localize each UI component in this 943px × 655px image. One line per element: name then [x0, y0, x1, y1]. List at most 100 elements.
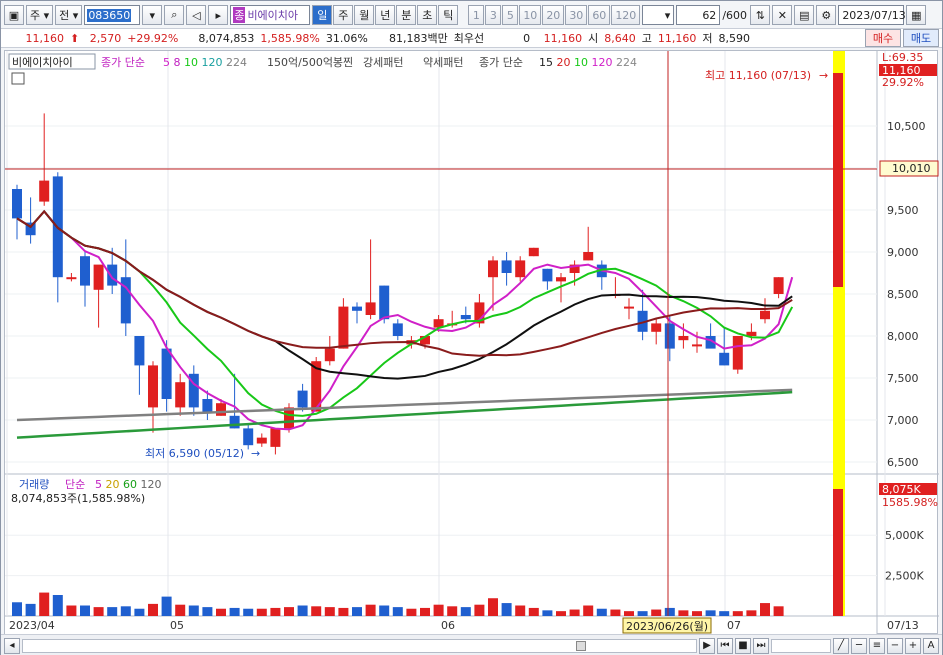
price-axis-label: 6,500 [887, 456, 919, 469]
volume-bar [433, 604, 444, 616]
volume-bar [569, 609, 580, 616]
vol-legend-ma-5: 5 [95, 478, 106, 491]
horizontal-line-icon[interactable]: ─ [851, 637, 867, 654]
period-tabs: 일주월년분초틱 [312, 5, 459, 25]
chart-menu-icon[interactable]: ▣ [4, 5, 24, 25]
prefix-select[interactable]: 전 ▾ [55, 5, 83, 25]
search-icon[interactable]: ⌕ [164, 5, 185, 25]
volume-bar [39, 592, 50, 616]
volume-bar [624, 611, 634, 616]
legend-ma-label: 종가 단순 [101, 56, 145, 69]
unit-tab-3[interactable]: 3 [485, 5, 502, 25]
zoom-out-icon[interactable]: − [887, 637, 903, 654]
price-axis-label: 8,000 [887, 330, 919, 343]
unit-tab-120[interactable]: 120 [611, 5, 641, 25]
compare-icon[interactable]: ⇅ [750, 5, 771, 25]
zoom-in-icon[interactable]: + [905, 637, 921, 654]
candle-body [256, 437, 267, 444]
candle-body [80, 256, 90, 286]
scroll-left-icon[interactable]: ◂ [4, 637, 20, 654]
volume-bar [732, 611, 743, 616]
code-dropdown-icon[interactable]: ▾ [142, 5, 163, 25]
legend-pattern2: 강세패턴 [363, 56, 403, 69]
best-bid-value: 0 [523, 31, 531, 45]
gear-icon[interactable]: ⚙ [816, 5, 837, 25]
speed-slider[interactable] [771, 638, 831, 653]
stop-icon[interactable]: ■ [735, 637, 751, 654]
volume-bar [719, 611, 730, 616]
period-tab-6[interactable]: 틱 [438, 5, 459, 25]
unit-tab-10[interactable]: 10 [519, 5, 542, 25]
low-label: 저 [702, 32, 713, 45]
market-select[interactable]: 주 ▾ [26, 5, 54, 25]
count-input[interactable]: 62 [676, 5, 721, 25]
volume-bar [678, 610, 689, 616]
text-tool-icon[interactable]: A [923, 637, 939, 654]
open-price: 8,640 [604, 31, 636, 45]
candle-body [93, 264, 104, 290]
price-chart-svg[interactable]: 10,50010,0009,5009,0008,5008,0007,5007,0… [5, 51, 939, 635]
volume-bar [107, 607, 118, 616]
volume-bar [270, 607, 281, 616]
unit-tab-1[interactable]: 1 [468, 5, 485, 25]
unit-tab-5[interactable]: 5 [502, 5, 519, 25]
fast-forward-icon[interactable]: ⏭ [753, 637, 769, 654]
candle-body [719, 352, 730, 366]
arrow-right-icon: → [819, 69, 828, 82]
unit-tab-20[interactable]: 20 [542, 5, 565, 25]
calendar-icon[interactable]: ▦ [906, 5, 927, 25]
grid-toggle-icon[interactable] [11, 72, 25, 85]
volume-bar [311, 606, 322, 616]
last-candle [833, 73, 843, 287]
crosshair-price-tag: 10,010 [892, 162, 931, 175]
fib-icon[interactable]: ≡ [869, 637, 885, 654]
stock-code-input[interactable]: 083650 [84, 5, 141, 25]
crosshair-icon[interactable]: ✕ [772, 5, 793, 25]
candle-body [664, 323, 675, 349]
volume-bar [474, 604, 485, 616]
candle-body [243, 428, 254, 446]
trade-amount: 81,183백만 [389, 32, 448, 45]
unit-tabs: 1 3 5 10 20 30 60 120 [468, 5, 641, 25]
period-tab-5[interactable]: 초 [417, 5, 438, 25]
prev-stock-icon[interactable]: ▸ [208, 5, 229, 25]
vol-legend-ma-label: 단순 [65, 478, 85, 491]
trend-line-icon[interactable]: ╱ [833, 637, 849, 654]
scroll-thumb[interactable] [576, 640, 586, 651]
period-tab-0[interactable]: 일 [312, 5, 333, 25]
volume-bar [229, 607, 240, 616]
period-tab-2[interactable]: 월 [354, 5, 375, 25]
volume-bar [352, 607, 362, 616]
candle-body [66, 277, 77, 280]
legend-ma2-224: 224 [616, 56, 637, 69]
period-tab-3[interactable]: 년 [375, 5, 396, 25]
save-icon[interactable]: ▤ [794, 5, 815, 25]
play-icon[interactable]: ▶ [699, 637, 715, 654]
candle-body [161, 348, 172, 399]
unit-custom-input[interactable]: ▾ [642, 5, 675, 25]
buy-button[interactable]: 매수 [865, 29, 901, 47]
date-input[interactable]: 2023/07/13 [838, 5, 906, 25]
chart-panel[interactable]: 10,50010,0009,5009,0008,5008,0007,5007,0… [4, 50, 939, 635]
period-tab-1[interactable]: 주 [333, 5, 354, 25]
rewind-icon[interactable]: ⏮ [717, 637, 733, 654]
volume-bar [664, 607, 675, 616]
period-tab-4[interactable]: 분 [396, 5, 417, 25]
volume-bar [216, 608, 226, 616]
scroll-track[interactable] [22, 638, 697, 653]
volume-bar [161, 596, 172, 616]
candle-body [515, 260, 526, 278]
vol-legend-label: 거래량 [19, 478, 49, 491]
legend-ma2-10: 10 [574, 56, 592, 69]
date-axis-label: 07 [727, 619, 741, 632]
cursor-date-tag: 2023/06/26(월) [622, 617, 712, 634]
sell-button[interactable]: 매도 [903, 29, 939, 47]
speaker-icon[interactable]: ◁ [186, 5, 207, 25]
volume-value: 8,074,853 [198, 31, 255, 45]
volume-bar [52, 595, 63, 616]
unit-tab-60[interactable]: 60 [588, 5, 611, 25]
unit-tab-30[interactable]: 30 [565, 5, 588, 25]
date-axis-label: 2023/04 [9, 619, 55, 632]
candle-body [542, 268, 553, 282]
legend-ma-120: 120 [202, 56, 227, 69]
